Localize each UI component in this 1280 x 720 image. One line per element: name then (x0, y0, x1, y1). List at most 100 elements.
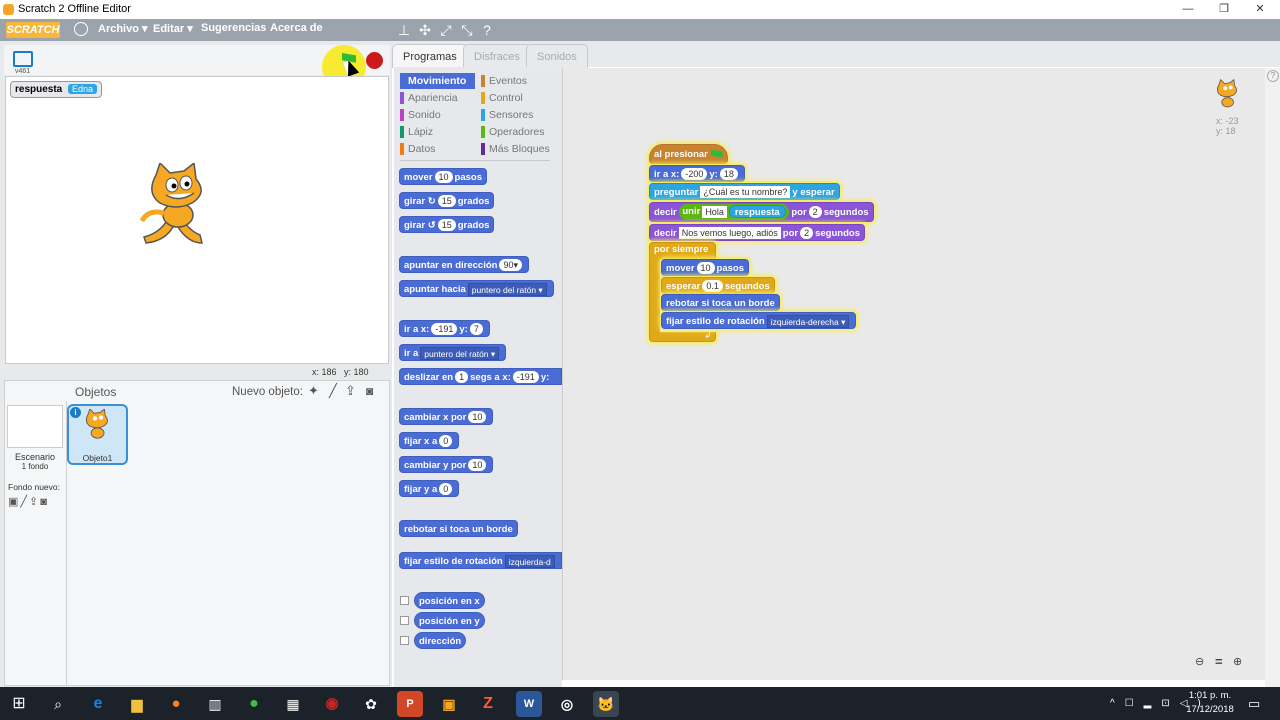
utorrent-icon[interactable]: ● (241, 691, 267, 717)
scratch-logo[interactable]: SCRATCH (6, 22, 60, 38)
palette-point-direction-block[interactable]: apuntar en dirección 90▾ (399, 256, 529, 273)
move-steps-block[interactable]: mover 10 pasos (661, 259, 749, 276)
antivirus-icon[interactable]: ◉ (319, 691, 345, 717)
backdrop-library-icon[interactable]: ▣ (8, 496, 20, 508)
rotation-style-block[interactable]: fijar estilo de rotación izquierda-derech… (661, 312, 857, 329)
category-control[interactable]: Control (481, 90, 556, 106)
palette-bounce-block[interactable]: rebotar si toca un borde (399, 520, 518, 537)
menu-sugerencias[interactable]: Sugerencias (201, 22, 266, 34)
script-help-icon[interactable]: ? (1267, 70, 1279, 82)
ask-and-wait-block[interactable]: preguntar ¿Cuál es tu nombre? y esperar (649, 183, 840, 200)
calculator-icon[interactable]: ▦ (280, 691, 306, 717)
clock-time[interactable]: 1:01 p. m. (1186, 690, 1234, 701)
category-apariencia[interactable]: Apariencia (400, 90, 475, 106)
palette-glide-block[interactable]: deslizar en 1 segs a x: -191 y: (399, 368, 562, 385)
palette-change-x-block[interactable]: cambiar x por 10 (399, 408, 494, 425)
xpos-checkbox[interactable] (400, 596, 409, 605)
palette-point-towards-block[interactable]: apuntar hacia puntero del ratón ▾ (399, 280, 554, 297)
backdrop-upload-icon[interactable]: ⇪ (29, 496, 40, 508)
backdrop-paint-icon[interactable]: ╱ (20, 496, 29, 508)
filezilla-icon[interactable]: Z (475, 691, 501, 717)
palette-direction-reporter[interactable]: dirección (414, 632, 467, 649)
search-icon[interactable]: ⌕ (45, 691, 71, 717)
paint-icon[interactable]: ╱ (329, 383, 337, 399)
category-eventos[interactable]: Eventos (481, 73, 556, 89)
store-icon[interactable]: ▥ (202, 691, 228, 717)
category-movimiento[interactable]: Movimiento (400, 73, 475, 89)
answer-reporter[interactable]: respuesta (728, 205, 786, 219)
palette-goto-xy-block[interactable]: ir a x: -191 y: 7 (399, 320, 490, 337)
bounce-block[interactable]: rebotar si toca un borde (661, 294, 780, 311)
join-operator[interactable]: unir Hola respuesta (679, 204, 789, 221)
say-for-secs-block[interactable]: decir Nos vemos luego, adiós por 2 segundos (649, 224, 865, 241)
category-mas-bloques[interactable]: Más Bloques (481, 141, 556, 157)
zoom-in-icon[interactable]: ⊕ (1233, 655, 1242, 668)
palette-turn-right-block[interactable]: girar ↻ 15 grados (399, 192, 495, 209)
app-icon-generic[interactable]: ✿ (358, 691, 384, 717)
scrollbar[interactable]: ? (1265, 68, 1280, 687)
menu-acerca-de[interactable]: Acerca de (270, 22, 323, 34)
scratch-cat-sprite[interactable] (138, 163, 220, 247)
say-join-block[interactable]: decir unir Hola respuesta por 2 segundos (649, 202, 874, 222)
camera-icon[interactable]: ◙ (366, 384, 373, 398)
fullscreen-icon[interactable] (13, 51, 33, 67)
notifications-icon[interactable]: ▭ (1248, 696, 1260, 712)
file-explorer-icon[interactable]: ▆ (124, 691, 150, 717)
tab-programas[interactable]: Programas (392, 44, 468, 68)
category-datos[interactable]: Datos (400, 141, 475, 157)
category-operadores[interactable]: Operadores (481, 124, 556, 140)
palette-rotation-style-block[interactable]: fijar estilo de rotación izquierda-d (399, 552, 562, 569)
tab-disfraces[interactable]: Disfraces (463, 44, 531, 68)
clock-date[interactable]: 17/12/2018 (1184, 704, 1236, 715)
globe-icon[interactable] (74, 22, 88, 36)
zoom-out-icon[interactable]: ⊖ (1195, 655, 1204, 668)
palette-change-y-block[interactable]: cambiar y por 10 (399, 456, 494, 473)
scratch-taskbar-icon[interactable]: 🐱 (593, 691, 619, 717)
paint-app-icon[interactable]: ▣ (436, 691, 462, 717)
category-lapiz[interactable]: Lápiz (400, 124, 475, 140)
word-icon[interactable]: W (516, 691, 542, 717)
stage[interactable]: respuesta Edna (5, 76, 389, 364)
current-sprite-icon (1217, 79, 1237, 108)
help-icon[interactable]: ? (478, 22, 496, 38)
direction-checkbox[interactable] (400, 636, 409, 645)
zoom-reset-icon[interactable]: = (1215, 654, 1223, 669)
palette-turn-left-block[interactable]: girar ↺ 15 grados (399, 216, 495, 233)
shrink-icon[interactable]: ⤡ (458, 22, 476, 38)
palette-set-y-block[interactable]: fijar y a0 (399, 480, 460, 497)
firefox-icon[interactable]: ● (163, 691, 189, 717)
powerpoint-icon[interactable]: P (397, 691, 423, 717)
edge-icon[interactable]: e (85, 691, 111, 717)
category-sensores[interactable]: Sensores (481, 107, 556, 123)
palette-move-block[interactable]: mover 10 pasos (399, 168, 487, 185)
tab-sonidos[interactable]: Sonidos (526, 44, 588, 68)
minimize-button[interactable]: — (1170, 0, 1206, 19)
cat-thumbnail-icon (85, 409, 108, 439)
ypos-checkbox[interactable] (400, 616, 409, 625)
palette-goto-block[interactable]: ir a puntero del ratón ▾ (399, 344, 507, 361)
upload-icon[interactable]: ⇪ (345, 383, 356, 399)
restore-button[interactable]: ❐ (1206, 0, 1242, 19)
goto-xy-block[interactable]: ir a x: -200 y: 18 (649, 165, 745, 182)
palette-ypos-reporter[interactable]: posición en y (414, 612, 485, 629)
sprite-thumbnail-selected[interactable]: i Objeto1 (67, 404, 128, 465)
stage-thumbnail[interactable] (7, 405, 63, 448)
close-button[interactable]: ✕ (1242, 0, 1278, 19)
palette-set-x-block[interactable]: fijar x a0 (399, 432, 460, 449)
stop-icon[interactable] (366, 52, 383, 69)
wait-block[interactable]: esperar 0.1 segundos (661, 277, 775, 294)
when-flag-clicked-block[interactable]: al presionar (649, 144, 728, 164)
obs-icon[interactable]: ◎ (554, 691, 580, 717)
category-sonido[interactable]: Sonido (400, 107, 475, 123)
loop-arrow-icon: ↲ (704, 330, 712, 340)
variable-monitor[interactable]: respuesta Edna (10, 81, 103, 98)
cut-icon[interactable]: ✣ (416, 22, 434, 38)
windows-start-icon[interactable]: ⊞ (6, 691, 32, 717)
menu-archivo[interactable]: Archivo ▾ (98, 22, 148, 35)
backdrop-camera-icon[interactable]: ◙ (40, 496, 49, 508)
sprite-library-icon[interactable]: ✦ (308, 383, 319, 399)
duplicate-stamp-icon[interactable]: ⊥ (395, 22, 413, 38)
palette-xpos-reporter[interactable]: posición en x (414, 592, 485, 609)
menu-editar[interactable]: Editar ▾ (153, 22, 193, 35)
grow-icon[interactable]: ⤢ (437, 22, 455, 38)
